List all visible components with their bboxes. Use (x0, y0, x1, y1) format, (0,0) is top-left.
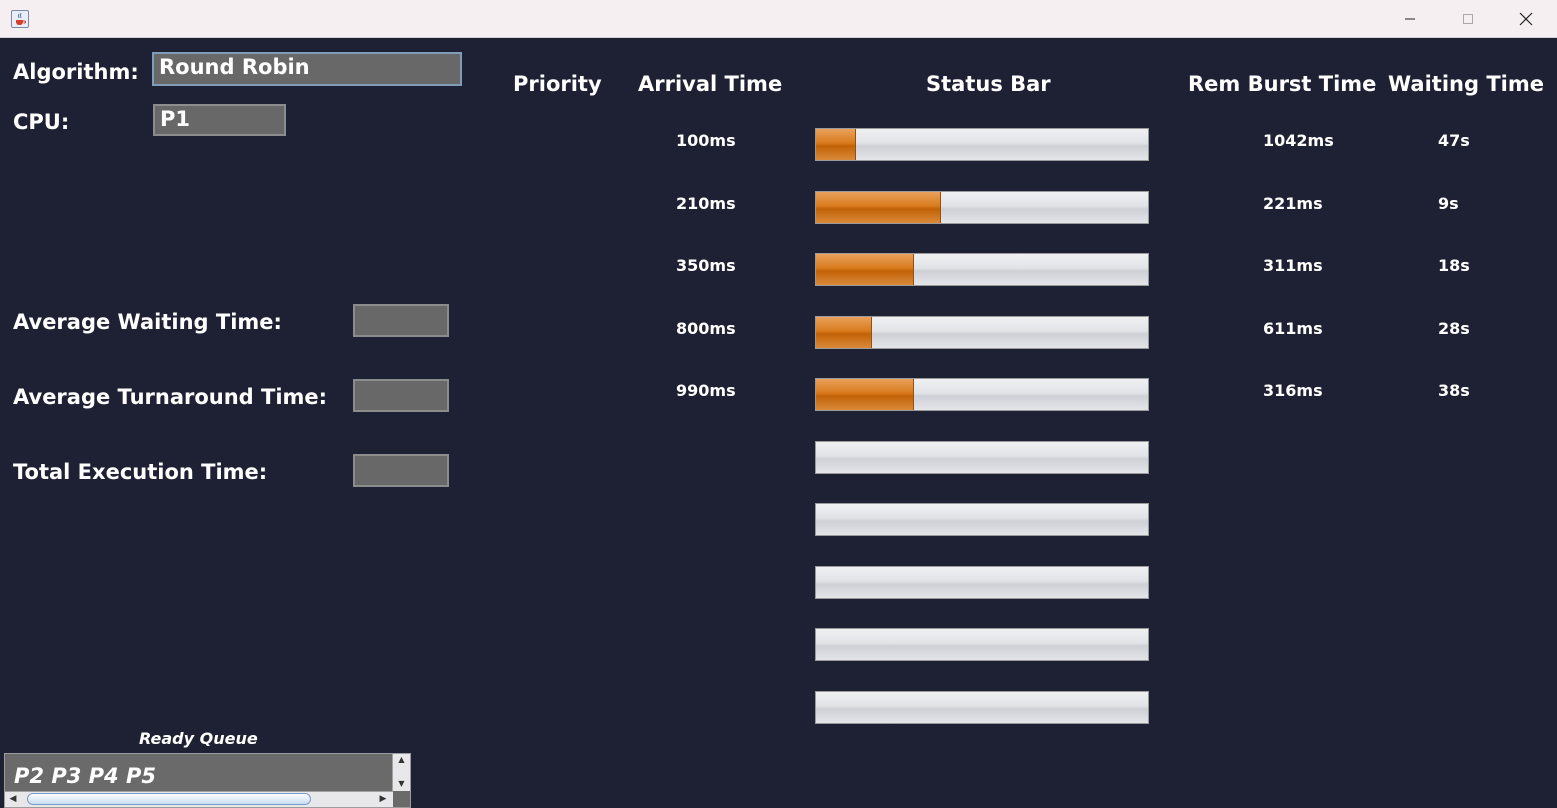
header-priority: Priority (513, 72, 602, 96)
rem-burst-cell: 221ms (1263, 194, 1323, 213)
header-rem-burst-time: Rem Burst Time (1188, 72, 1377, 96)
maximize-icon (1463, 14, 1473, 24)
ready-queue-label: Ready Queue (139, 729, 258, 748)
header-arrival-time: Arrival Time (638, 72, 783, 96)
scroll-thumb[interactable] (27, 793, 311, 805)
arrival-time-cell: 100ms (676, 131, 736, 150)
scroll-down-icon[interactable]: ▼ (393, 778, 410, 790)
waiting-time-cell: 9s (1438, 194, 1459, 213)
rem-burst-cell: 316ms (1263, 381, 1323, 400)
rem-burst-cell: 611ms (1263, 319, 1323, 338)
arrival-time-cell: 800ms (676, 319, 736, 338)
arrival-time-cell: 210ms (676, 194, 736, 213)
status-progress-bar (815, 441, 1149, 474)
cpu-label: CPU: (13, 110, 70, 134)
status-progress-bar (815, 691, 1149, 724)
header-waiting-time: Waiting Time (1388, 72, 1544, 96)
close-icon (1519, 12, 1533, 26)
waiting-time-cell: 18s (1438, 256, 1470, 275)
maximize-button[interactable] (1439, 0, 1497, 38)
avg-waiting-field[interactable] (353, 304, 449, 337)
arrival-time-cell: 350ms (676, 256, 736, 275)
total-execution-label: Total Execution Time: (13, 460, 268, 484)
scroll-right-icon[interactable]: ▶ (375, 792, 391, 807)
waiting-time-cell: 28s (1438, 319, 1470, 338)
waiting-time-cell: 38s (1438, 381, 1470, 400)
ready-queue-scrollpane[interactable]: P2 P3 P4 P5 ▲ ▼ ◀ ▶ (4, 753, 411, 808)
header-status-bar: Status Bar (926, 72, 1051, 96)
status-progress-bar (815, 316, 1149, 349)
status-progress-bar (815, 253, 1149, 286)
status-progress-bar (815, 628, 1149, 661)
java-cup-icon (11, 10, 29, 28)
avg-turnaround-field[interactable] (353, 379, 449, 412)
progress-fill (816, 129, 856, 160)
progress-fill (816, 317, 873, 348)
horizontal-scrollbar[interactable]: ◀ ▶ (5, 791, 393, 807)
status-progress-bar (815, 378, 1149, 411)
scroll-up-icon[interactable]: ▲ (393, 754, 410, 766)
waiting-time-cell: 47s (1438, 131, 1470, 150)
status-progress-bar (815, 566, 1149, 599)
ready-queue-text: P2 P3 P4 P5 (14, 764, 156, 788)
progress-fill (816, 192, 941, 223)
minimize-button[interactable] (1381, 0, 1439, 38)
progress-fill (816, 379, 914, 410)
status-progress-bar (815, 503, 1149, 536)
avg-turnaround-label: Average Turnaround Time: (13, 385, 328, 409)
algorithm-field[interactable]: Round Robin (152, 52, 462, 86)
main-panel: Algorithm: Round Robin CPU: P1 Average W… (0, 39, 1557, 808)
progress-fill (816, 254, 914, 285)
total-execution-field[interactable] (353, 454, 449, 487)
cpu-field[interactable]: P1 (153, 104, 286, 136)
status-progress-bar (815, 191, 1149, 224)
algorithm-label: Algorithm: (13, 60, 139, 84)
minimize-icon (1405, 18, 1415, 20)
scroll-left-icon[interactable]: ◀ (5, 792, 21, 807)
rem-burst-cell: 1042ms (1263, 131, 1334, 150)
avg-waiting-label: Average Waiting Time: (13, 310, 282, 334)
vertical-scrollbar[interactable]: ▲ ▼ (392, 754, 410, 791)
status-progress-bar (815, 128, 1149, 161)
close-button[interactable] (1497, 0, 1555, 38)
rem-burst-cell: 311ms (1263, 256, 1323, 275)
arrival-time-cell: 990ms (676, 381, 736, 400)
window-title-bar (0, 0, 1557, 38)
